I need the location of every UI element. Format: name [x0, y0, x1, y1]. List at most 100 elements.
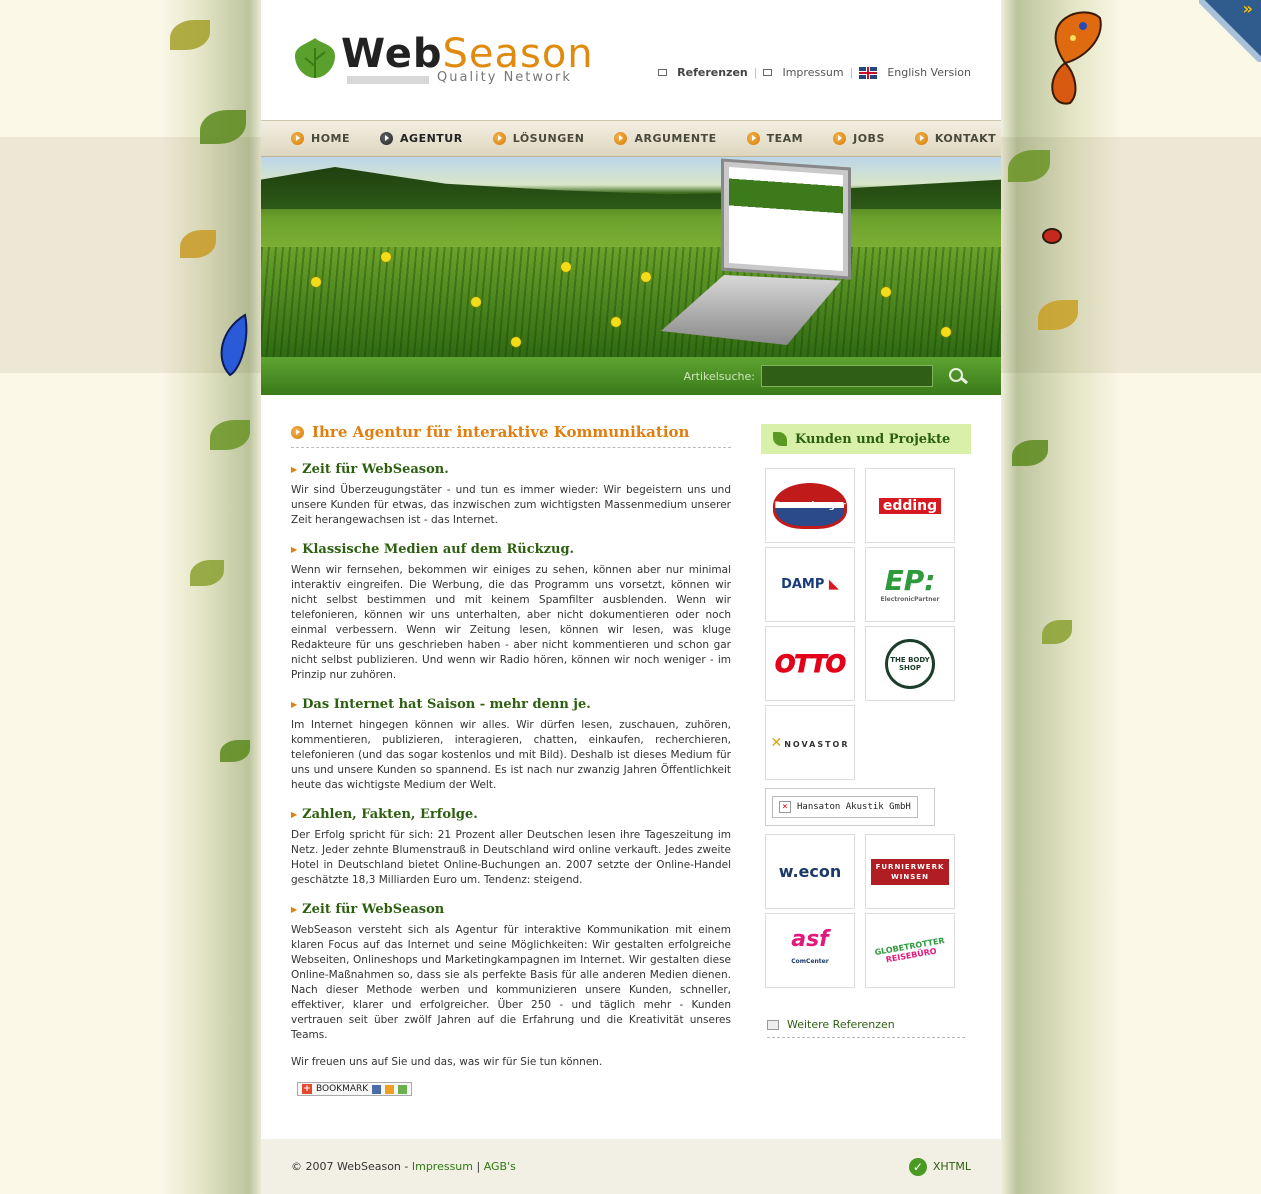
novastor-logo: ✕NOVASTOR — [770, 734, 850, 751]
nav-label: AGENTUR — [400, 132, 463, 145]
arrow-icon: ▶ — [291, 699, 298, 709]
xhtml-badge[interactable]: ✓ XHTML — [908, 1157, 971, 1176]
window-icon — [763, 69, 773, 76]
english-version-link[interactable]: English Version — [887, 66, 971, 79]
broken-image: × Hansaton Akustik GmbH — [772, 796, 918, 818]
globetrotter-logo: GLOBETROTTER REISEBÜRO — [874, 935, 947, 965]
footer: © 2007 WebSeason - Impressum | AGB's ✓ X… — [261, 1139, 1001, 1194]
client-logo-asf[interactable]: asf ComCenter — [765, 913, 855, 988]
nav-item-team[interactable]: TEAM — [746, 132, 803, 145]
arrow-icon: ▶ — [291, 464, 298, 474]
logo-tagline: Quality Network — [437, 70, 572, 85]
nav-label: LÖSUNGEN — [512, 132, 585, 145]
section-heading: ▶ Das Internet hat Saison - mehr denn je. — [291, 697, 731, 712]
section-heading-text: Zahlen, Fakten, Erfolge. — [302, 807, 478, 822]
ep-text: EP: — [884, 564, 936, 597]
logo-underline — [347, 76, 429, 84]
footer-impressum-link[interactable]: Impressum — [412, 1160, 473, 1173]
decorative-vine-left — [160, 0, 265, 1194]
flower-decoration — [471, 297, 481, 307]
arrow-bullet-icon — [614, 132, 628, 145]
section-heading-text: Das Internet hat Saison - mehr denn je. — [302, 697, 591, 712]
bookmark-label: BOOKMARK — [316, 1084, 369, 1094]
section-heading-text: Zeit für WebSeason — [302, 902, 445, 917]
section-text: Wir sind Überzeugungstäter - und tun es … — [291, 484, 731, 526]
laptop-screen — [721, 158, 851, 280]
search-label: Artikelsuche: — [683, 369, 755, 383]
separator: | — [473, 1160, 484, 1173]
bookmark-button[interactable]: + BOOKMARK — [297, 1082, 413, 1096]
impressum-link[interactable]: Impressum — [782, 66, 843, 79]
client-logo-damp[interactable]: DAMP ◣ — [765, 547, 855, 622]
client-logo-furnierwerk[interactable]: FURNIERWERK WINSEN — [865, 834, 955, 909]
furnierwerk-text: FURNIERWERK — [875, 862, 945, 871]
closing-text: Wir freuen uns auf Sie und das, was wir … — [291, 1056, 603, 1068]
arrow-icon: ▶ — [291, 904, 298, 914]
butterfly-decoration — [1051, 11, 1102, 105]
nav-label: KONTAKT — [934, 132, 997, 145]
wecon-logo: w.econ — [778, 862, 842, 881]
nav-label: JOBS — [853, 132, 885, 145]
content-area: Ihre Agentur für interaktive Kommunikati… — [261, 395, 1001, 1140]
more-references[interactable]: Weitere Referenzen — [767, 1018, 965, 1038]
sidebar-title-text: Kunden und Projekte — [795, 431, 951, 447]
client-logo-novastor[interactable]: ✕NOVASTOR — [765, 705, 855, 780]
search-bar: Artikelsuche: — [261, 357, 1001, 395]
logo-web: Web — [341, 31, 443, 77]
delicious-icon — [372, 1084, 382, 1094]
flower-decoration — [611, 317, 621, 327]
section-text: WebSeason versteht sich als Agentur für … — [291, 924, 731, 1041]
main-navigation: HOME AGENTUR LÖSUNGEN ARGUMENTE TEAM JOB… — [261, 120, 1001, 157]
client-logo-bodyshop[interactable]: THE BODY SHOP — [865, 626, 955, 701]
client-logo-ravensburger[interactable]: Ravensburger — [765, 468, 855, 543]
nav-item-argumente[interactable]: ARGUMENTE — [614, 132, 716, 145]
more-references-link[interactable]: Weitere Referenzen — [787, 1018, 895, 1031]
client-logo-ep[interactable]: EP: ElectronicPartner — [865, 547, 955, 622]
broken-image-icon: × — [779, 801, 791, 813]
client-logo-hansaton[interactable]: × Hansaton Akustik GmbH — [765, 788, 935, 826]
furnierwerk-subtext: WINSEN — [891, 872, 929, 881]
section-heading: ▶ Zahlen, Fakten, Erfolge. — [291, 807, 731, 822]
damp-logo: DAMP ◣ — [781, 577, 839, 592]
section-text: Der Erfolg spricht für sich: 21 Prozent … — [291, 829, 731, 886]
share-icon — [398, 1084, 408, 1094]
ravensburger-logo: Ravensburger — [773, 482, 847, 529]
hero-forest — [261, 167, 1001, 209]
nav-label: HOME — [311, 132, 351, 145]
section-heading-text: Zeit für WebSeason. — [302, 462, 449, 477]
search-input[interactable] — [761, 365, 933, 387]
client-logo-edding[interactable]: edding — [865, 468, 955, 543]
window-icon — [658, 69, 668, 76]
page-peel-corner[interactable]: » — [1199, 0, 1261, 62]
client-logo-wecon[interactable]: w.econ — [765, 834, 855, 909]
footer-agb-link[interactable]: AGB's — [484, 1160, 516, 1173]
xhtml-label: XHTML — [932, 1160, 971, 1173]
otto-logo: OTTO — [774, 649, 846, 678]
checkmark-icon: ✓ — [908, 1157, 927, 1176]
nav-item-loesungen[interactable]: LÖSUNGEN — [492, 132, 585, 145]
section-text: Im Internet hingegen können wir alles. W… — [291, 719, 731, 791]
referenzen-link[interactable]: Referenzen — [677, 66, 748, 79]
arrow-bullet-icon — [746, 132, 760, 145]
nav-item-jobs[interactable]: JOBS — [833, 132, 885, 145]
digg-icon — [385, 1084, 395, 1094]
bodyshop-logo: THE BODY SHOP — [885, 638, 935, 689]
nav-item-agentur[interactable]: AGENTUR — [380, 132, 463, 145]
damp-text: DAMP — [781, 577, 825, 592]
asf-logo: asf ComCenter — [791, 926, 829, 973]
client-logo-otto[interactable]: OTTO — [765, 626, 855, 701]
client-logo-globetrotter[interactable]: GLOBETROTTER REISEBÜRO — [865, 913, 955, 988]
section-heading: ▶ Klassische Medien auf dem Rückzug. — [291, 542, 731, 557]
nav-item-home[interactable]: HOME — [291, 132, 350, 145]
arrow-bullet-icon — [291, 425, 304, 439]
search-icon[interactable] — [945, 365, 971, 387]
decorative-vine-right — [998, 0, 1123, 1194]
separator: | — [849, 66, 854, 79]
asf-text: asf — [791, 926, 829, 952]
laptop-image — [661, 158, 851, 353]
nav-label: ARGUMENTE — [634, 132, 717, 145]
novastor-text: NOVASTOR — [784, 739, 850, 749]
nav-item-kontakt[interactable]: KONTAKT — [914, 132, 997, 145]
section-text: Wenn wir fernsehen, bekommen wir einiges… — [291, 564, 731, 681]
site-logo[interactable]: WebSeason Quality Network — [291, 31, 593, 92]
